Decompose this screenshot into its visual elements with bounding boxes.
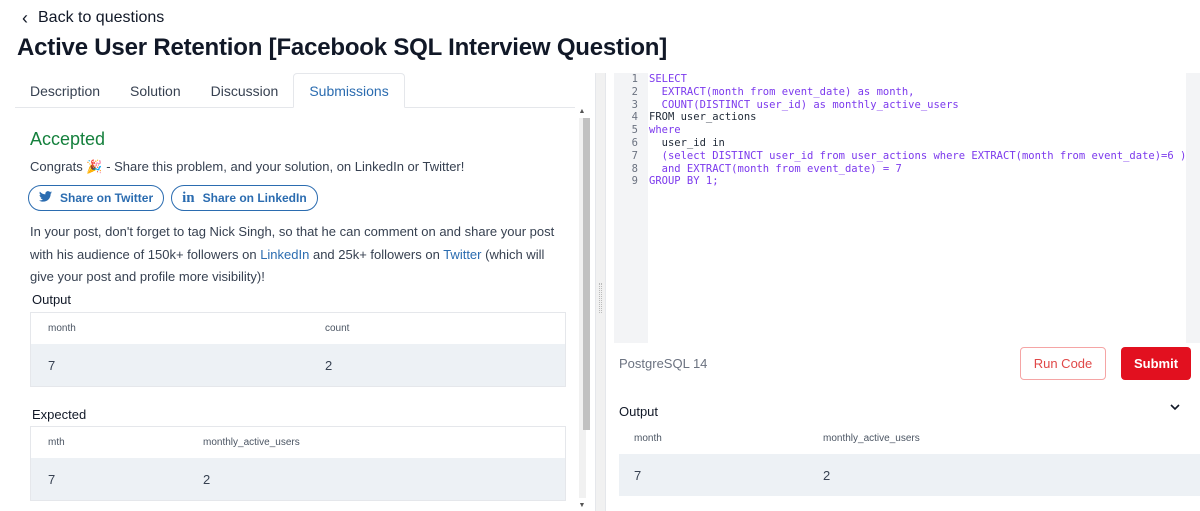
page-title: Active User Retention [Facebook SQL Inte… <box>17 34 668 61</box>
tab-description[interactable]: Description <box>15 73 115 108</box>
split-divider[interactable] <box>595 73 606 511</box>
congrats-text: - Share this problem, and your solution,… <box>106 159 465 174</box>
tab-bar: Description Solution Discussion Submissi… <box>15 73 575 108</box>
twitter-icon <box>39 191 52 205</box>
linkedin-icon: in <box>182 189 195 206</box>
table-cell: 2 <box>203 471 211 487</box>
line-number: 2 <box>631 85 638 98</box>
code-line: 7 (select DISTINCT user_id from user_act… <box>614 150 1200 163</box>
code-line: 6 user_id in <box>614 137 1200 150</box>
expected-label: Expected <box>32 407 87 422</box>
tab-discussion[interactable]: Discussion <box>196 73 294 108</box>
table-row: 7 2 <box>31 458 565 500</box>
line-number: 4 <box>631 111 638 124</box>
run-output-table: month monthly_active_users 7 2 <box>619 423 1200 496</box>
output-label: Output <box>32 292 72 307</box>
table-cell: 7 <box>634 467 642 483</box>
share-linkedin-button[interactable]: in Share on LinkedIn <box>171 185 318 211</box>
code-text: and EXTRACT(month from event_date) = 7 <box>649 162 902 175</box>
code-line: 1 SELECT <box>614 73 1200 86</box>
code-text: (select DISTINCT user_id from user_actio… <box>649 149 1187 162</box>
code-text: FROM user_actions <box>649 111 757 124</box>
line-number: 5 <box>631 124 638 137</box>
table-row: 7 2 <box>619 454 1200 496</box>
tip-linkedin-link[interactable]: LinkedIn <box>260 247 309 262</box>
share-buttons: Share on Twitter in Share on LinkedIn <box>28 185 318 211</box>
code-text: GROUP BY 1; <box>649 175 719 188</box>
tip-text-2: and 25k+ followers on <box>312 246 440 262</box>
code-text: where <box>649 124 681 137</box>
table-row: 7 2 <box>31 344 565 386</box>
column-header: count <box>325 323 350 334</box>
output-table: month count 7 2 <box>30 312 566 387</box>
line-number: 7 <box>631 149 638 162</box>
code-editor[interactable]: 1 SELECT 2 EXTRACT(month from event_date)… <box>614 73 1200 343</box>
editor-scrollbar[interactable] <box>1186 73 1200 343</box>
drag-handle-icon[interactable] <box>599 283 602 313</box>
code-lines: 1 SELECT 2 EXTRACT(month from event_date)… <box>614 73 1200 188</box>
table-header: month count <box>31 313 565 344</box>
left-scrollbar[interactable]: ▲ ▼ <box>575 108 590 511</box>
code-line: 8 and EXTRACT(month from event_date) = 7 <box>614 163 1200 176</box>
line-number: 8 <box>631 162 638 175</box>
column-header: month <box>48 323 76 334</box>
code-line: 2 EXTRACT(month from event_date) as mont… <box>614 86 1200 99</box>
code-text: SELECT <box>649 73 687 85</box>
table-header: month monthly_active_users <box>619 423 1200 454</box>
status-accepted: Accepted <box>30 129 106 149</box>
table-cell: 2 <box>325 357 333 373</box>
line-number: 3 <box>631 98 638 111</box>
code-text: COUNT(DISTINCT user_id) as monthly_activ… <box>649 98 959 111</box>
share-tip: In your post, don't forget to tag Nick S… <box>30 221 570 289</box>
code-line: 4 FROM user_actions <box>614 111 1200 124</box>
run-code-button[interactable]: Run Code <box>1020 347 1106 380</box>
share-twitter-label: Share on Twitter <box>60 191 154 205</box>
scroll-down-icon[interactable]: ▼ <box>578 502 586 509</box>
tab-submissions[interactable]: Submissions <box>293 73 405 108</box>
code-text: EXTRACT(month from event_date) as month, <box>649 85 915 98</box>
code-line: 9 GROUP BY 1; <box>614 175 1200 188</box>
table-cell: 7 <box>48 471 56 487</box>
line-number: 6 <box>631 136 638 149</box>
scroll-thumb[interactable] <box>583 118 590 430</box>
line-number: 9 <box>631 175 638 188</box>
table-cell: 7 <box>48 357 56 373</box>
run-output-label: Output <box>619 404 659 419</box>
submission-panel: Accepted Congrats 🎉 - Share this problem… <box>0 108 590 511</box>
chevron-down-icon[interactable] <box>1170 400 1180 414</box>
party-icon: 🎉 <box>86 159 103 174</box>
line-number: 1 <box>631 73 638 85</box>
column-header: monthly_active_users <box>823 433 920 444</box>
table-header: mth monthly_active_users <box>31 427 565 458</box>
code-line: 3 COUNT(DISTINCT user_id) as monthly_act… <box>614 99 1200 112</box>
share-twitter-button[interactable]: Share on Twitter <box>28 185 165 211</box>
code-line: 5 where <box>614 124 1200 137</box>
column-header: mth <box>48 437 65 448</box>
column-header: monthly_active_users <box>203 437 300 448</box>
scroll-up-icon[interactable]: ▲ <box>578 108 586 115</box>
language-selector[interactable]: PostgreSQL 14 <box>619 356 707 371</box>
tip-twitter-link[interactable]: Twitter <box>443 247 481 262</box>
chevron-left-icon: ‹ <box>22 8 28 28</box>
back-to-questions-link[interactable]: ‹ Back to questions <box>22 9 164 27</box>
table-cell: 2 <box>823 467 831 483</box>
expected-table: mth monthly_active_users 7 2 <box>30 426 566 501</box>
congrats-prefix: Congrats <box>30 159 83 174</box>
code-text: user_id in <box>649 136 725 149</box>
share-linkedin-label: Share on LinkedIn <box>202 191 307 205</box>
back-label: Back to questions <box>38 9 165 26</box>
scroll-track[interactable] <box>579 118 590 498</box>
tab-solution[interactable]: Solution <box>115 73 196 108</box>
column-header: month <box>634 433 662 444</box>
congrats-message: Congrats 🎉 - Share this problem, and you… <box>30 159 464 175</box>
submit-button[interactable]: Submit <box>1121 347 1191 380</box>
